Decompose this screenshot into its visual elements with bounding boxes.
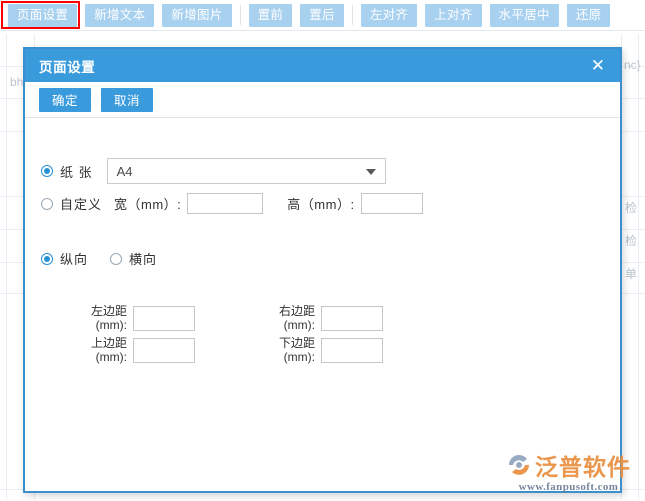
margin-bottom-label: 下边距 (mm): <box>253 336 315 364</box>
toolbar-button-align-center-h[interactable]: 水平居中 <box>490 4 559 27</box>
margin-top-label-line2: (mm): <box>65 350 127 364</box>
toolbar-button-align-left[interactable]: 左对齐 <box>361 4 417 27</box>
custom-height-input[interactable] <box>361 193 423 214</box>
toolbar-button-align-top[interactable]: 上对齐 <box>425 4 481 27</box>
dialog-body: 纸 张 A4 自定义 宽（mm）: 高（mm）: 纵向 横向 左边距 <box>25 118 620 491</box>
page-setup-dialog: 页面设置 ✕ 确定 取消 纸 张 A4 自定义 宽（mm）: 高（mm）: <box>23 47 622 493</box>
radio-portrait-label: 纵向 <box>60 249 88 268</box>
margin-left-label-line2: (mm): <box>65 318 127 332</box>
radio-landscape[interactable] <box>110 253 122 265</box>
margin-right-label-line1: 右边距 <box>253 304 315 318</box>
margin-top-label: 上边距 (mm): <box>65 336 127 364</box>
chevron-down-icon <box>366 169 376 175</box>
toolbar: 页面设置 新增文本 新增图片 置前 置后 左对齐 上对齐 水平居中 还原 <box>0 0 645 31</box>
dialog-header: 页面设置 ✕ <box>25 49 620 82</box>
close-icon[interactable]: ✕ <box>589 57 607 74</box>
margin-top-label-line1: 上边距 <box>65 336 127 350</box>
dialog-title: 页面设置 <box>39 56 95 76</box>
bg-text: 检 <box>625 232 637 249</box>
cancel-button[interactable]: 取消 <box>101 88 153 112</box>
dialog-action-bar: 确定 取消 <box>25 82 620 118</box>
radio-portrait[interactable] <box>41 253 53 265</box>
bg-text: 单 <box>625 265 637 282</box>
margin-left-input[interactable] <box>133 306 195 331</box>
custom-size-row: 自定义 宽（mm）: 高（mm）: <box>41 193 423 214</box>
bg-text: 检 <box>625 199 637 216</box>
toolbar-button-add-text[interactable]: 新增文本 <box>85 4 154 27</box>
toolbar-button-bring-front[interactable]: 置前 <box>249 4 293 27</box>
margin-top-input[interactable] <box>133 338 195 363</box>
radio-custom-label: 自定义 <box>60 194 102 213</box>
orientation-row: 纵向 横向 <box>41 249 157 268</box>
radio-landscape-label: 横向 <box>129 249 157 268</box>
margin-bottom-label-line1: 下边距 <box>253 336 315 350</box>
toolbar-separator <box>240 5 241 25</box>
margin-right-field: 右边距 (mm): <box>253 304 383 332</box>
radio-paper-label: 纸 张 <box>60 162 93 181</box>
margin-bottom-label-line2: (mm): <box>253 350 315 364</box>
margin-bottom-input[interactable] <box>321 338 383 363</box>
confirm-button[interactable]: 确定 <box>39 88 91 112</box>
toolbar-button-page-setup[interactable]: 页面设置 <box>8 4 77 27</box>
margin-left-field: 左边距 (mm): <box>65 304 195 332</box>
bg-text: bh <box>10 75 23 89</box>
margin-bottom-field: 下边距 (mm): <box>253 336 383 364</box>
margin-left-label-line1: 左边距 <box>65 304 127 318</box>
margin-left-label: 左边距 (mm): <box>65 304 127 332</box>
toolbar-button-send-back[interactable]: 置后 <box>300 4 344 27</box>
custom-height-label: 高（mm）: <box>287 194 354 213</box>
paper-row: 纸 张 A4 <box>41 158 386 184</box>
margin-right-label-line2: (mm): <box>253 318 315 332</box>
toolbar-separator <box>352 5 353 25</box>
custom-width-input[interactable] <box>187 193 263 214</box>
margin-right-label: 右边距 (mm): <box>253 304 315 332</box>
custom-width-label: 宽（mm）: <box>114 194 181 213</box>
radio-paper[interactable] <box>41 165 53 177</box>
margin-top-field: 上边距 (mm): <box>65 336 195 364</box>
bg-text: nc} <box>624 58 641 72</box>
bg-gridline <box>638 34 639 499</box>
bg-gridline <box>6 34 7 499</box>
toolbar-button-restore[interactable]: 还原 <box>567 4 611 27</box>
paper-size-select[interactable]: A4 <box>107 158 386 184</box>
toolbar-button-add-image[interactable]: 新增图片 <box>162 4 231 27</box>
paper-size-value: A4 <box>108 164 133 179</box>
radio-custom[interactable] <box>41 198 53 210</box>
margin-right-input[interactable] <box>321 306 383 331</box>
